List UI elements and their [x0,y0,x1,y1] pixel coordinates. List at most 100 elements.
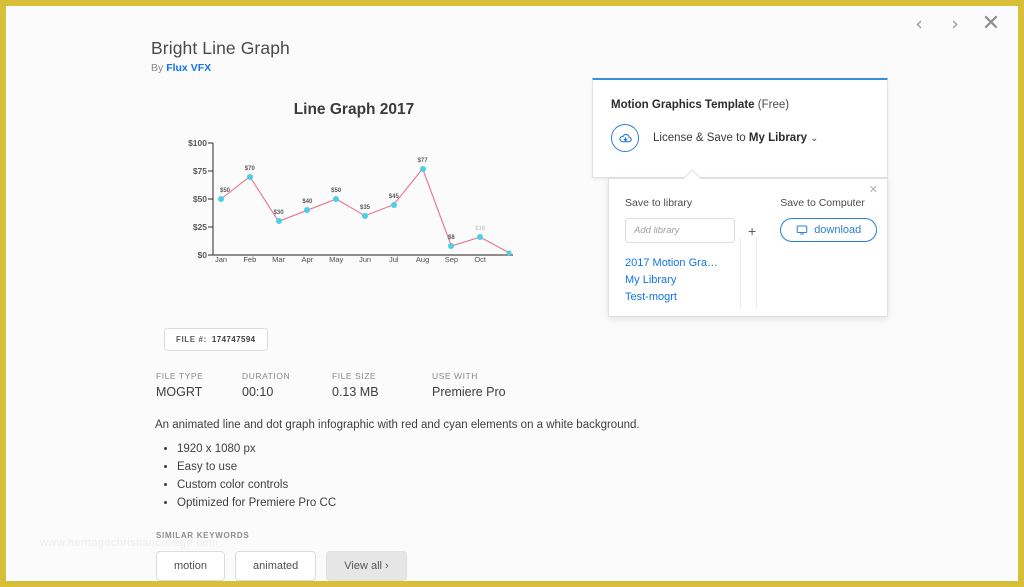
add-library-input[interactable] [625,218,735,243]
license-card-title: Motion Graphics Template (Free) [593,80,887,111]
chart-point-label: $35 [359,204,371,211]
file-number-value: 174747594 [211,335,256,344]
file-meta-row: FILE TYPE MOGRT DURATION 00:10 FILE SIZE 0.13… [156,371,506,399]
author-link[interactable]: Flux VFX [166,62,211,74]
save-to-computer-column: Save to Computer download [780,197,878,243]
byline: By Flux VFX [151,62,571,74]
x-axis-tick-label: Oct [474,255,487,264]
meta-item: USE WITH Premiere Pro [432,371,506,399]
save-to-library-heading: Save to library [625,197,693,209]
description-block: An animated line and dot graph infograph… [155,418,675,512]
add-library-row: + [625,218,756,243]
save-to-computer-heading: Save to Computer [780,197,865,209]
x-axis-tick-label: Jul [389,255,399,264]
save-popup: ✕ Save to library + Save to Computer dow… [608,178,888,317]
license-label: License & Save to [653,132,746,144]
y-axis-tick-label: $25 [192,222,207,232]
chart-point-label: $30 [273,210,284,217]
license-row[interactable]: License & Save to My Library ⌄ [593,111,887,152]
chart-point-label: $8 [448,235,455,242]
keyword-chip-row: motion animated View all › [156,551,407,581]
byline-prefix: By [151,62,164,74]
y-axis-tick-label: $75 [192,166,207,176]
popup-divider-2 [756,237,757,309]
feature-list-item: Custom color controls [177,476,675,494]
y-axis-tick-label: $100 [188,138,207,148]
license-save-text: License & Save to My Library ⌄ [653,132,818,144]
page-container: ‹ › ✕ Bright Line Graph By Flux VFX Line… [6,6,1018,581]
meta-value: MOGRT [156,385,203,399]
chart-data-point [304,207,311,214]
x-axis-tick-label: May [329,255,344,264]
popup-columns: Save to library + Save to Computer downl… [609,179,887,243]
library-list: 2017 Motion Gra… My Library Test-mogrt [609,243,887,306]
meta-item: FILE TYPE MOGRT [156,371,242,399]
chart-data-point [506,250,512,256]
next-icon[interactable]: › [944,14,966,34]
chart-data-point [246,173,253,180]
file-number-badge: FILE #: 174747594 [164,328,268,351]
meta-value: Premiere Pro [432,385,506,399]
meta-item: FILE SIZE 0.13 MB [332,371,432,399]
chart-data-point [362,212,368,219]
monitor-icon [796,225,808,235]
meta-item: DURATION 00:10 [242,371,332,399]
chart-point-label: $70 [244,165,255,172]
chart-data-point [275,218,282,225]
price-label: (Free) [757,99,790,111]
x-axis-tick-label: Mar [272,255,286,264]
meta-value: 0.13 MB [332,385,379,399]
download-label: download [814,224,862,236]
x-axis-tick-label: Jan [214,255,228,264]
y-axis-tick-label: $0 [197,250,207,260]
preview-chart: Line Graph 2017 $0 $25 $50 $75 $100 Jan Feb Ma… [151,101,551,291]
chart-svg [208,142,513,256]
chart-data-point [477,234,484,241]
feature-list-item: Easy to use [177,458,675,476]
x-axis-tick-label: Apr [301,255,314,264]
save-to-library-column: Save to library + [625,197,756,243]
feature-list: 1920 x 1080 pxEasy to useCustom color co… [155,440,675,513]
license-card: Motion Graphics Template (Free) License … [592,78,888,178]
x-axis-tick-label: Feb [243,255,257,264]
chart-point-label: $40 [302,199,313,206]
keyword-chip[interactable]: motion [156,551,226,581]
chart-data-point [333,196,340,202]
chart-data-point [218,196,224,202]
similar-keywords-section: SIMILAR KEYWORDS motion animated View all … [156,531,407,581]
close-icon[interactable]: ✕ [980,13,1002,35]
chart-plot-area: $0 $25 $50 $75 $100 Jan Feb Mar Apr May Jun Jul Aug… [151,137,551,277]
chevron-down-icon[interactable]: ⌄ [810,133,818,144]
add-library-plus-button[interactable]: + [748,223,756,239]
view-all-keywords-button[interactable]: View all › [326,551,407,581]
top-navigation: ‹ › ✕ [908,8,1002,40]
cloud-download-icon [611,124,639,152]
description-text: An animated line and dot graph infograph… [155,419,640,431]
chart-point-label: $16 [475,226,486,233]
similar-keywords-label: SIMILAR KEYWORDS [156,531,250,540]
meta-label: USE WITH [432,371,478,381]
previous-icon[interactable]: ‹ [908,14,930,34]
meta-value: 00:10 [242,385,274,399]
chart-title: Line Graph 2017 [293,101,415,118]
selected-library[interactable]: My Library [749,132,807,144]
chart-data-point [419,165,426,172]
page-title: Bright Line Graph [151,38,290,58]
meta-label: FILE TYPE [156,371,204,381]
popup-divider-1 [740,237,741,309]
template-type-label: Motion Graphics Template [611,99,755,111]
chart-point-label: $45 [388,193,399,200]
keyword-chip[interactable]: animated [235,551,317,581]
header-block: Bright Line Graph By Flux VFX [151,38,571,74]
chart-data-point [448,243,455,250]
chart-data-point [390,201,397,208]
meta-label: DURATION [242,371,291,381]
chart-point-label: $50 [331,188,342,194]
x-axis-tick-label: Sep [444,255,459,264]
download-button[interactable]: download [780,218,878,242]
popup-close-icon[interactable]: ✕ [869,185,878,196]
file-number-label: FILE #: [176,335,207,344]
x-axis-tick-label: Aug [415,255,430,264]
meta-label: FILE SIZE [332,371,377,381]
x-axis-tick-label: Jun [358,255,372,264]
